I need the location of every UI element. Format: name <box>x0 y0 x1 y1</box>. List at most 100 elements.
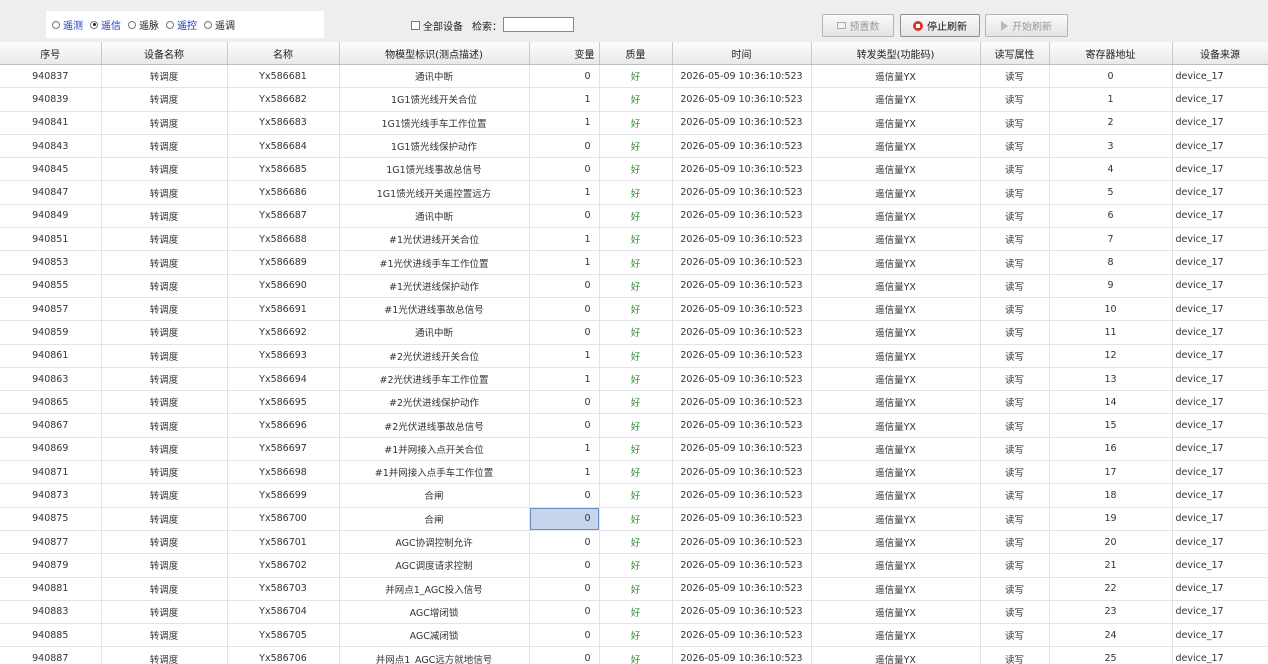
table-cell[interactable]: 2 <box>1049 111 1173 135</box>
table-cell[interactable]: 2026-05-09 10:36:10:523 <box>672 204 812 229</box>
table-row[interactable]: 940851 转调度 Yx586688 #1光伏进线开关合位 1 好 2026-05-09 … <box>0 227 1268 252</box>
table-cell[interactable]: 转调度 <box>101 344 228 368</box>
table-cell[interactable]: 940839 <box>0 87 102 112</box>
table-cell[interactable]: Yx586687 <box>227 204 340 229</box>
table-cell[interactable]: 遥信量YX <box>811 600 981 625</box>
table-cell[interactable]: 2026-05-09 10:36:10:523 <box>672 623 812 648</box>
table-cell[interactable]: device_17 <box>1172 530 1268 555</box>
table-cell[interactable]: 1G1馈光线开关合位 <box>339 87 530 112</box>
table-cell[interactable]: 1 <box>529 460 600 485</box>
table-cell[interactable]: 7 <box>1049 227 1173 252</box>
table-cell[interactable]: 4 <box>1049 157 1173 182</box>
table-cell[interactable]: device_17 <box>1172 250 1268 275</box>
table-row[interactable]: 940839 转调度 Yx586682 1G1馈光线开关合位 1 好 2026-05-09 … <box>0 87 1268 112</box>
table-cell[interactable]: 940877 <box>0 530 102 555</box>
table-cell[interactable]: 遥信量YX <box>811 367 981 392</box>
start-refresh-button[interactable]: 开始刷新 <box>985 14 1068 37</box>
table-cell[interactable]: 2026-05-09 10:36:10:523 <box>672 553 812 578</box>
table-cell[interactable]: #2光伏进线开关合位 <box>339 344 530 368</box>
table-cell[interactable]: Yx586692 <box>227 320 340 345</box>
table-cell[interactable]: 转调度 <box>101 274 228 298</box>
table-cell[interactable]: 好 <box>599 157 673 182</box>
table-cell[interactable]: 940851 <box>0 227 102 252</box>
table-cell[interactable]: 940855 <box>0 274 102 298</box>
table-row[interactable]: 940873 转调度 Yx586699 合闸 0 好 2026-05-09 10:36:10… <box>0 483 1268 508</box>
table-cell[interactable]: 好 <box>599 600 673 625</box>
table-cell[interactable]: 转调度 <box>101 250 228 275</box>
table-cell[interactable]: 2026-05-09 10:36:10:523 <box>672 600 812 625</box>
table-cell[interactable]: 转调度 <box>101 646 228 664</box>
table-cell[interactable]: 1 <box>529 87 600 112</box>
table-cell[interactable]: 好 <box>599 460 673 485</box>
table-cell[interactable]: 2026-05-09 10:36:10:523 <box>672 437 812 462</box>
table-cell[interactable]: 转调度 <box>101 157 228 182</box>
table-cell[interactable]: Yx586694 <box>227 367 340 392</box>
table-cell[interactable]: 遥信量YX <box>811 111 981 135</box>
table-cell[interactable]: 0 <box>529 204 600 229</box>
table-cell[interactable]: 21 <box>1049 553 1173 578</box>
table-cell[interactable]: 读写 <box>980 553 1050 578</box>
table-cell[interactable]: 遥信量YX <box>811 646 981 664</box>
table-cell[interactable]: 读写 <box>980 64 1050 89</box>
table-cell[interactable]: 转调度 <box>101 600 228 625</box>
table-cell[interactable]: 2026-05-09 10:36:10:523 <box>672 111 812 135</box>
table-cell[interactable]: device_17 <box>1172 111 1268 135</box>
table-cell[interactable]: 好 <box>599 297 673 322</box>
table-cell[interactable]: 940865 <box>0 390 102 415</box>
table-cell[interactable]: 好 <box>599 320 673 345</box>
table-cell[interactable]: 读写 <box>980 623 1050 648</box>
table-cell[interactable]: 940843 <box>0 134 102 159</box>
table-cell[interactable]: 1 <box>529 111 600 135</box>
table-row[interactable]: 940869 转调度 Yx586697 #1并网接入点开关合位 1 好 2026-05-09… <box>0 437 1268 462</box>
table-cell[interactable]: 11 <box>1049 320 1173 345</box>
table-cell[interactable]: 好 <box>599 134 673 159</box>
table-cell[interactable]: 好 <box>599 111 673 135</box>
table-cell[interactable]: device_17 <box>1172 227 1268 252</box>
table-cell[interactable]: 遥信量YX <box>811 180 981 205</box>
table-cell[interactable]: Yx586693 <box>227 344 340 368</box>
table-cell[interactable]: 读写 <box>980 111 1050 135</box>
table-cell[interactable]: 940871 <box>0 460 102 485</box>
table-cell[interactable]: 0 <box>529 320 600 345</box>
table-cell[interactable]: 读写 <box>980 204 1050 229</box>
table-cell[interactable]: 5 <box>1049 180 1173 205</box>
table-cell[interactable]: 好 <box>599 577 673 601</box>
table-cell[interactable]: 1G1馈光线手车工作位置 <box>339 111 530 135</box>
table-cell[interactable]: 读写 <box>980 577 1050 601</box>
table-cell[interactable]: Yx586704 <box>227 600 340 625</box>
table-cell[interactable]: 22 <box>1049 577 1173 601</box>
table-cell[interactable]: AGC增闭锁 <box>339 600 530 625</box>
table-cell[interactable]: 读写 <box>980 320 1050 345</box>
table-cell[interactable]: 读写 <box>980 507 1050 531</box>
table-cell[interactable]: 转调度 <box>101 111 228 135</box>
data-table-container[interactable]: 序号 设备名称 名称 物模型标识(测点描述) 变量 质量 时间 转发类型(功能码) 读写属性 寄存… <box>0 42 1268 664</box>
table-cell[interactable]: 遥信量YX <box>811 134 981 159</box>
table-cell[interactable]: 2026-05-09 10:36:10:523 <box>672 390 812 415</box>
checkbox-icon[interactable] <box>411 21 420 30</box>
table-cell[interactable]: 2026-05-09 10:36:10:523 <box>672 646 812 664</box>
table-cell[interactable]: 2026-05-09 10:36:10:523 <box>672 297 812 322</box>
table-row[interactable]: 940845 转调度 Yx586685 1G1馈光线事故总信号 0 好 2026-05-09… <box>0 157 1268 182</box>
table-cell[interactable]: 1 <box>529 250 600 275</box>
table-cell[interactable]: 940841 <box>0 111 102 135</box>
table-row[interactable]: 940881 转调度 Yx586703 并网点1_AGC投入信号 0 好 2026-05-0… <box>0 577 1268 601</box>
table-cell[interactable]: 好 <box>599 646 673 664</box>
column-header[interactable]: 读写属性 <box>980 42 1050 65</box>
table-row[interactable]: 940877 转调度 Yx586701 AGC协调控制允许 0 好 2026-05-09 1… <box>0 530 1268 555</box>
table-cell[interactable]: 转调度 <box>101 483 228 508</box>
table-cell[interactable]: Yx586706 <box>227 646 340 664</box>
table-cell[interactable]: AGC协调控制允许 <box>339 530 530 555</box>
table-cell[interactable]: #2光伏进线手车工作位置 <box>339 367 530 392</box>
column-header[interactable]: 转发类型(功能码) <box>811 42 981 65</box>
table-cell[interactable]: 23 <box>1049 600 1173 625</box>
table-cell[interactable]: 好 <box>599 530 673 555</box>
column-header[interactable]: 寄存器地址 <box>1049 42 1173 65</box>
radio-icon[interactable] <box>166 20 174 29</box>
table-cell[interactable]: 2026-05-09 10:36:10:523 <box>672 483 812 508</box>
radio-icon[interactable] <box>204 20 212 29</box>
table-cell[interactable]: 遥信量YX <box>811 157 981 182</box>
column-header[interactable]: 质量 <box>599 42 673 65</box>
table-cell[interactable]: 2026-05-09 10:36:10:523 <box>672 507 812 531</box>
table-cell[interactable]: 遥信量YX <box>811 87 981 112</box>
table-cell[interactable]: 14 <box>1049 390 1173 415</box>
